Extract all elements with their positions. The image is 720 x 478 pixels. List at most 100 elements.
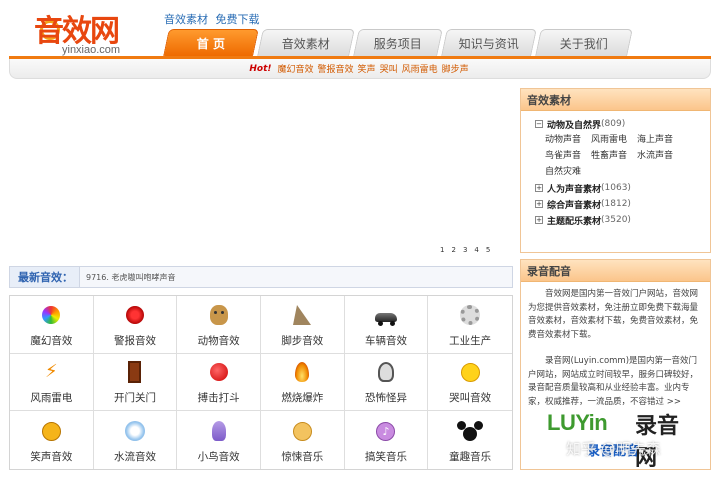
nav-tab-sound-material[interactable]: 音效素材 — [257, 29, 355, 56]
category-label: 小鸟音效 — [197, 451, 240, 463]
nav-tab-about[interactable]: 关于我们 — [535, 29, 633, 56]
category-animal[interactable]: 动物音效 — [177, 296, 261, 354]
luyin-logo-en: LUYin — [547, 410, 608, 435]
fire-icon — [291, 361, 313, 383]
category-horror[interactable]: 恐怖怪异 — [344, 353, 429, 412]
skull-icon — [375, 361, 397, 383]
tree-node-count: (809) — [601, 119, 626, 129]
category-birds[interactable]: 小鸟音效 — [177, 411, 261, 469]
high-heel-icon — [291, 304, 313, 326]
category-footsteps[interactable]: 脚步音效 — [260, 296, 345, 354]
tree-subitem[interactable]: 风雨雷电 — [591, 132, 635, 148]
category-label: 车辆音效 — [364, 334, 407, 347]
nav-tab-label: 关于我们 — [559, 36, 608, 51]
category-alarm[interactable]: 警报音效 — [93, 296, 178, 354]
gear-icon — [459, 304, 481, 326]
tree-node-nature[interactable]: − 动物及自然界 (809) — [535, 116, 710, 132]
hot-link[interactable]: 哭叫 — [380, 62, 398, 75]
hot-link[interactable]: 笑声 — [358, 62, 376, 75]
category-weather[interactable]: ⚡ 风雨雷电 — [10, 353, 94, 412]
category-vehicle[interactable]: 车辆音效 — [344, 296, 429, 354]
category-funny-music[interactable]: ♪ 搞笑音乐 — [345, 411, 429, 469]
category-label: 开门关门 — [113, 392, 156, 405]
tree-node-human[interactable]: + 人为声音素材 (1063) — [535, 180, 710, 196]
top-link-free-download[interactable]: 免费下载 — [216, 13, 260, 26]
tree-subitem[interactable]: 水流声音 — [637, 148, 681, 164]
expand-icon[interactable]: + — [535, 184, 543, 192]
door-icon — [124, 361, 146, 384]
tree-node-label: 人为声音素材 — [547, 184, 602, 195]
category-door[interactable]: 开门关门 — [93, 353, 178, 412]
category-industry[interactable]: 工业生产 — [428, 296, 512, 354]
pager-page[interactable]: 5 — [486, 246, 490, 254]
category-label: 笑声音效 — [30, 451, 73, 463]
siren-icon — [124, 304, 146, 326]
pager-page[interactable]: 4 — [474, 246, 478, 254]
category-kids-music[interactable]: 童趣音乐 — [428, 411, 512, 469]
tree-node-count: (3520) — [601, 215, 631, 225]
nav-tab-home[interactable]: 首 页 — [163, 29, 259, 56]
tree-subitem[interactable]: 鸟雀声音 — [545, 148, 589, 164]
category-laughter[interactable]: 笑声音效 — [10, 411, 94, 469]
nav-tab-knowledge[interactable]: 知识与资讯 — [441, 29, 537, 56]
hot-link[interactable]: 警报音效 — [318, 62, 354, 75]
scared-face-icon — [291, 420, 313, 442]
category-thriller-music[interactable]: 惊悚音乐 — [261, 411, 345, 469]
crying-face-icon — [459, 361, 481, 383]
category-label: 燃烧爆炸 — [281, 392, 324, 405]
recording-text: 音效网是国内第一音效门户网站，音效网为您提供音效素材，免注册立即免费下载海量音效… — [521, 282, 710, 409]
recording-paragraph: 录音网(Luyin.comm)是国内第一音效门户网站，网站成立时间较早，服务口碑… — [528, 356, 699, 407]
tree-subitem[interactable]: 自然灾难 — [545, 164, 589, 180]
category-crying[interactable]: 哭叫音效 — [428, 354, 512, 412]
main-nav: 首 页 音效素材 服务项目 知识与资讯 关于我们 — [163, 29, 634, 56]
latest-label: 最新音效： — [10, 267, 80, 287]
top-link-sound-material[interactable]: 音效素材 — [164, 13, 208, 26]
pager-page[interactable]: 1 — [440, 246, 444, 254]
category-label: 脚步音效 — [281, 334, 324, 347]
pager-page[interactable]: 2 — [451, 246, 455, 254]
sound-material-panel: 音效素材 − 动物及自然界 (809) 动物声音 风雨雷电 海上声音 鸟雀声音 … — [520, 88, 711, 253]
nav-tab-label: 服务项目 — [373, 36, 422, 51]
tree-subitems: 动物声音 风雨雷电 海上声音 鸟雀声音 牲畜声音 水流声音 自然灾难 — [545, 132, 710, 180]
tree-node-label: 主题配乐素材 — [547, 216, 602, 227]
category-water[interactable]: 水流音效 — [94, 411, 178, 469]
tree-node-count: (1812) — [601, 199, 631, 209]
category-tree: − 动物及自然界 (809) 动物声音 风雨雷电 海上声音 鸟雀声音 牲畜声音 … — [521, 111, 710, 228]
top-links: 音效素材 免费下载 — [164, 11, 264, 27]
expand-icon[interactable]: + — [535, 216, 543, 224]
laughing-face-icon — [40, 420, 62, 442]
tree-subitem[interactable]: 海上声音 — [637, 132, 681, 148]
nav-tab-label: 知识与资讯 — [458, 36, 519, 51]
tree-node-general[interactable]: + 综合声音素材 (1812) — [535, 196, 710, 212]
category-label: 魔幻音效 — [30, 334, 73, 347]
latest-item-link[interactable]: 9716. 老虎嗷叫咆哮声音 — [80, 272, 175, 283]
watermark: 知乎 @明先森 — [566, 440, 661, 458]
nav-tab-services[interactable]: 服务项目 — [353, 29, 443, 56]
tree-node-label: 综合声音素材 — [547, 200, 602, 211]
category-label: 动物音效 — [197, 334, 240, 347]
category-fighting[interactable]: 搏击打斗 — [177, 353, 261, 412]
tree-node-label: 动物及自然界 — [547, 120, 602, 131]
hot-link[interactable]: 脚步声 — [442, 62, 469, 75]
pager-page[interactable]: 3 — [463, 246, 467, 254]
lightning-icon: ⚡ — [45, 361, 58, 383]
category-magic[interactable]: 魔幻音效 — [10, 296, 94, 354]
dog-icon — [208, 304, 230, 326]
mickey-icon — [457, 420, 481, 442]
category-explosion[interactable]: 燃烧爆炸 — [260, 353, 345, 412]
bird-icon — [208, 420, 230, 442]
hot-link[interactable]: 魔幻音效 — [278, 62, 314, 75]
category-label: 哭叫音效 — [449, 392, 492, 405]
tree-node-theme-music[interactable]: + 主题配乐素材 (3520) — [535, 212, 710, 228]
collapse-icon[interactable]: − — [535, 120, 543, 128]
category-label: 水流音效 — [113, 451, 156, 463]
site-logo[interactable]: 音效网 yinxiao.com — [34, 6, 144, 56]
hot-links-bar: Hot! 魔幻音效 警报音效 笑声 哭叫 风雨雷电 脚步声 — [9, 59, 711, 79]
tree-subitem[interactable]: 动物声音 — [545, 132, 589, 148]
hot-link[interactable]: 风雨雷电 — [402, 62, 438, 75]
banner-pager: 1 2 3 4 5 — [440, 246, 490, 254]
category-grid: 魔幻音效 警报音效 动物音效 脚步音效 车辆音效 工业生产 ⚡ 风雨雷电 开门关门… — [9, 295, 513, 470]
expand-icon[interactable]: + — [535, 200, 543, 208]
panel-title: 录音配音 — [521, 260, 710, 282]
tree-subitem[interactable]: 牲畜声音 — [591, 148, 635, 164]
